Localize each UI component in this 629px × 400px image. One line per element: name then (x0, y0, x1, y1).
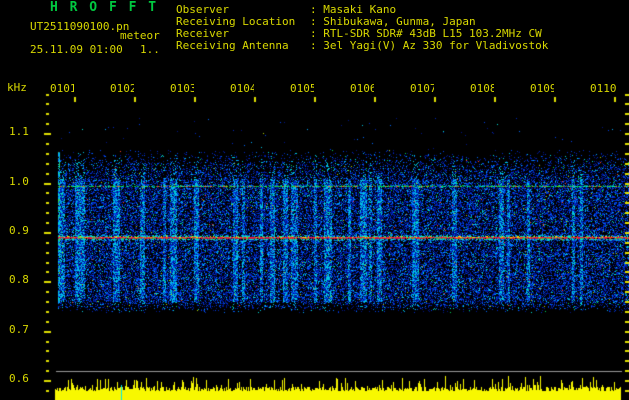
counter-label: 1.. (140, 43, 160, 56)
spectrogram-canvas (0, 0, 629, 400)
time-tick-label: 0102 (110, 83, 134, 95)
time-tick-label: 0101 (50, 83, 74, 95)
time-tick-label: 0105 (290, 83, 314, 95)
info-row-antenna: Receiving Antenna: 3el Yagi(V) Az 330 fo… (176, 40, 548, 52)
time-tick-label: 0103 (170, 83, 194, 95)
app-title: H R O F F T (50, 0, 159, 15)
time-tick-label: 0110 (590, 82, 617, 95)
info-label: Receiving Antenna (176, 39, 289, 52)
freq-axis-unit: kHz (7, 81, 27, 94)
time-tick-label: 0106 (350, 83, 374, 95)
time-tick-label: 0107 (410, 83, 434, 95)
info-colon: : (310, 39, 324, 52)
time-tick-label: 0109 (530, 83, 554, 95)
freq-tick-label: 1.1 (9, 125, 29, 138)
datetime-label: 25.11.09 01:00 (30, 43, 123, 56)
mode-label: meteor (120, 29, 160, 42)
info-value: 3el Yagi(V) Az 330 for Vladivostok (323, 39, 549, 52)
time-tick-label: 0108 (470, 83, 494, 95)
freq-tick-label: 0.6 (9, 372, 29, 385)
time-tick-label: 0104 (230, 83, 254, 95)
freq-tick-label: 0.9 (9, 224, 29, 237)
freq-tick-label: 0.8 (9, 273, 29, 286)
hrofft-screen: H R O F F T UT2511090100.pn meteor 25.11… (0, 0, 629, 400)
freq-tick-label: 0.7 (9, 323, 29, 336)
filename-label: UT2511090100.pn (30, 20, 130, 33)
freq-tick-label: 1.0 (9, 175, 29, 188)
